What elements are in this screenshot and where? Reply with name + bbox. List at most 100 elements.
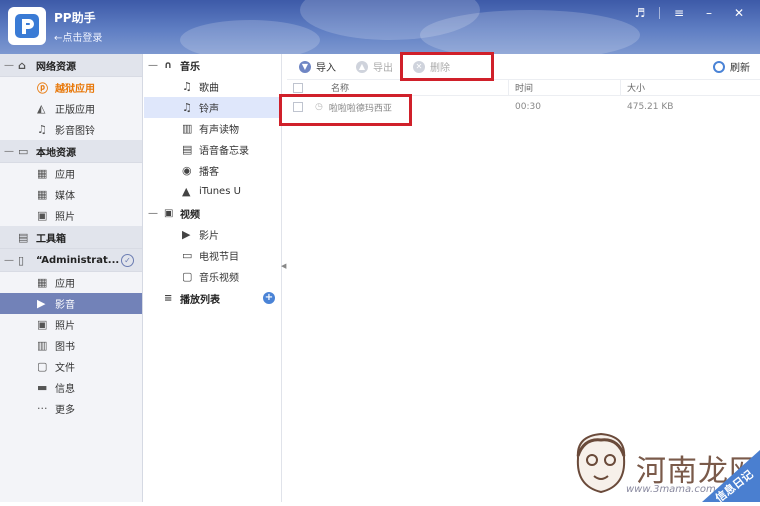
media-item-voice-memos[interactable]: ▤ 语音备忘录 bbox=[144, 139, 281, 160]
sidebar-section-local[interactable]: — ▭ 本地资源 bbox=[0, 140, 142, 163]
collapse-icon[interactable]: — bbox=[148, 208, 164, 219]
pp-logo-icon bbox=[15, 14, 39, 38]
sidebar-item-label: 更多 bbox=[55, 405, 75, 416]
music-note-icon: ♫ bbox=[37, 123, 47, 136]
book-icon: ▥ bbox=[37, 339, 48, 352]
media-item-podcasts[interactable]: ◉ 播客 bbox=[144, 160, 281, 181]
media-item-label: 歌曲 bbox=[199, 83, 219, 94]
media-item-label: 有声读物 bbox=[199, 125, 239, 136]
sidebar-item-device-photos[interactable]: ▣ 照片 bbox=[0, 314, 142, 335]
collapse-panel-arrow-icon[interactable]: ◀ bbox=[281, 262, 286, 270]
music-player-icon[interactable]: ♬ bbox=[629, 6, 651, 20]
sidebar-item-label: 正版应用 bbox=[55, 105, 95, 116]
collapse-icon[interactable]: — bbox=[4, 60, 18, 71]
sidebar-section-device[interactable]: — ▯ “Administrat... ✓ bbox=[0, 249, 142, 272]
cell-name: ◷ 啦啦啦德玛西亚 bbox=[309, 96, 509, 118]
column-header-name[interactable]: 名称 bbox=[309, 80, 509, 95]
sidebar-section-toolbox[interactable]: ▤ 工具箱 bbox=[0, 226, 142, 249]
bell-icon: ♫ bbox=[182, 101, 192, 114]
sidebar-item-device-files[interactable]: ▢ 文件 bbox=[0, 356, 142, 377]
headphones-icon: ∩ bbox=[164, 59, 173, 71]
ringtone-name: 啦啦啦德玛西亚 bbox=[328, 103, 392, 114]
toolbar: ▼ 导入 ▲ 导出 ✕ 删除 刷新 bbox=[287, 54, 760, 80]
sidebar-item-jailbreak-apps[interactable]: ⓟ 越狱应用 bbox=[0, 77, 142, 98]
photo-icon: ▣ bbox=[37, 209, 48, 222]
connected-check-icon: ✓ bbox=[121, 253, 134, 267]
group-title: 播放列表 bbox=[180, 294, 220, 306]
media-item-tv-shows[interactable]: ▭ 电视节目 bbox=[144, 245, 281, 266]
toolbox-icon: ▤ bbox=[18, 230, 29, 244]
app-logo[interactable] bbox=[8, 7, 46, 45]
add-playlist-icon[interactable]: + bbox=[263, 292, 275, 304]
graduation-cap-icon: ▲ bbox=[182, 185, 191, 198]
photo-icon: ▣ bbox=[37, 318, 48, 331]
app-title: PP助手 bbox=[54, 11, 96, 25]
section-title: 本地资源 bbox=[36, 147, 76, 159]
select-all-checkbox-cell bbox=[287, 82, 309, 93]
movie-icon: ▶ bbox=[182, 228, 191, 241]
media-group-video[interactable]: — ▣ 视频 bbox=[144, 202, 281, 224]
collapse-icon[interactable]: — bbox=[148, 60, 164, 71]
import-icon: ▼ bbox=[299, 60, 311, 73]
refresh-label: 刷新 bbox=[730, 63, 750, 74]
watermark: 河南龙网 www.3mama.com 信息日记 bbox=[540, 420, 760, 505]
file-icon: ▢ bbox=[37, 360, 48, 373]
menu-icon[interactable]: ≡ bbox=[668, 6, 690, 20]
row-checkbox[interactable] bbox=[293, 102, 303, 112]
media-item-movies[interactable]: ▶ 影片 bbox=[144, 224, 281, 245]
podcast-icon: ◉ bbox=[182, 164, 192, 177]
row-checkbox-cell bbox=[287, 102, 309, 112]
sidebar: — ⌂ 网络资源 ⓟ 越狱应用 ◭ 正版应用 ♫ 影音图铃 — ▭ 本地资源 ▦… bbox=[0, 54, 143, 502]
close-icon[interactable]: ✕ bbox=[728, 6, 750, 20]
media-item-audiobooks[interactable]: ▥ 有声读物 bbox=[144, 118, 281, 139]
pp-logo-icon: ⓟ bbox=[37, 81, 48, 95]
minimize-icon[interactable]: – bbox=[698, 6, 720, 20]
sidebar-item-official-apps[interactable]: ◭ 正版应用 bbox=[0, 98, 142, 119]
sidebar-item-device-apps[interactable]: ▦ 应用 bbox=[0, 272, 142, 293]
cloud-decoration bbox=[180, 20, 320, 54]
media-item-label: 语音备忘录 bbox=[199, 146, 249, 157]
globe-icon: ⌂ bbox=[18, 58, 26, 72]
import-button[interactable]: ▼ 导入 bbox=[299, 59, 336, 74]
collapse-icon[interactable]: — bbox=[4, 255, 18, 266]
ringtone-icon: ◷ bbox=[315, 102, 323, 112]
media-group-playlists[interactable]: ≡ 播放列表 + bbox=[144, 287, 281, 309]
table-row[interactable]: ◷ 啦啦啦德玛西亚 00:30 475.21 KB bbox=[287, 96, 760, 118]
login-link[interactable]: ←点击登录 bbox=[54, 29, 102, 44]
sidebar-item-local-apps[interactable]: ▦ 应用 bbox=[0, 163, 142, 184]
sidebar-item-local-media[interactable]: ▦ 媒体 bbox=[0, 184, 142, 205]
media-item-label: 电视节目 bbox=[199, 252, 239, 263]
media-nav: — ∩ 音乐 ♫ 歌曲 ♫ 铃声 ▥ 有声读物 ▤ 语音备忘录 ◉ 播客 ▲ i… bbox=[144, 54, 282, 502]
sidebar-item-device-media[interactable]: ▶ 影音 bbox=[0, 293, 142, 314]
monitor-icon: ▭ bbox=[18, 144, 29, 158]
media-item-label: 铃声 bbox=[199, 104, 219, 115]
collapse-icon[interactable]: — bbox=[4, 146, 18, 157]
sidebar-item-local-photos[interactable]: ▣ 照片 bbox=[0, 205, 142, 226]
window-controls: ♬ ≡ – ✕ bbox=[629, 6, 750, 20]
column-header-time[interactable]: 时间 bbox=[509, 80, 621, 95]
column-header-size[interactable]: 大小 bbox=[621, 80, 760, 95]
grid-icon: ▦ bbox=[37, 188, 48, 201]
export-button[interactable]: ▲ 导出 bbox=[356, 59, 393, 74]
sidebar-item-device-more[interactable]: ··· 更多 bbox=[0, 398, 142, 419]
media-item-songs[interactable]: ♫ 歌曲 bbox=[144, 76, 281, 97]
music-video-icon: ▢ bbox=[182, 270, 193, 283]
delete-button[interactable]: ✕ 删除 bbox=[413, 59, 450, 74]
device-name: “Administrat... bbox=[36, 254, 120, 266]
film-icon: ▣ bbox=[164, 207, 174, 219]
title-bar: PP助手 ←点击登录 ♬ ≡ – ✕ bbox=[0, 0, 760, 54]
sidebar-item-label: 越狱应用 bbox=[55, 84, 95, 95]
media-item-ringtones[interactable]: ♫ 铃声 bbox=[144, 97, 281, 118]
sidebar-item-media-ringtones[interactable]: ♫ 影音图铃 bbox=[0, 119, 142, 140]
media-item-music-videos[interactable]: ▢ 音乐视频 bbox=[144, 266, 281, 287]
sidebar-section-network[interactable]: — ⌂ 网络资源 bbox=[0, 54, 142, 77]
refresh-button[interactable]: 刷新 bbox=[713, 59, 750, 74]
media-group-music[interactable]: — ∩ 音乐 bbox=[144, 54, 281, 76]
sidebar-item-label: 图书 bbox=[55, 342, 75, 353]
delete-label: 删除 bbox=[430, 63, 450, 74]
sidebar-item-device-messages[interactable]: ▬ 信息 bbox=[0, 377, 142, 398]
select-all-checkbox[interactable] bbox=[293, 82, 303, 93]
group-title: 音乐 bbox=[180, 61, 200, 73]
sidebar-item-device-books[interactable]: ▥ 图书 bbox=[0, 335, 142, 356]
media-item-itunes-u[interactable]: ▲ iTunes U bbox=[144, 181, 281, 202]
